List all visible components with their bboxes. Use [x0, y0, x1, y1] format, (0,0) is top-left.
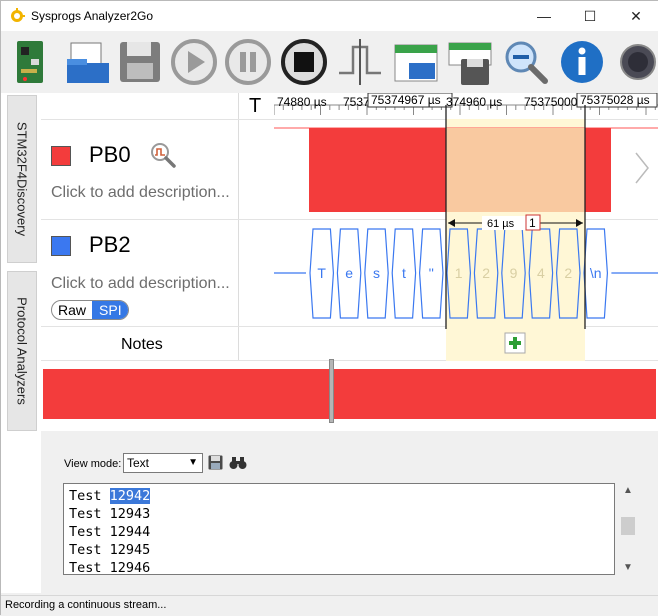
stop-icon[interactable] [279, 37, 329, 87]
decoder-toggle[interactable]: Raw SPI [51, 300, 129, 320]
load-view-icon[interactable] [391, 37, 441, 87]
spi-byte-label: 2 [564, 265, 572, 281]
spi-byte-label: t [402, 265, 406, 281]
pb0-selected-segment [446, 128, 585, 212]
toolbar [1, 31, 658, 93]
spi-byte-label: T [317, 265, 326, 281]
label-column-divider [238, 93, 239, 361]
tick-label: 74880 µs [277, 95, 327, 109]
tick-label: 7537 [343, 95, 370, 109]
view-mode-label: View mode: [64, 458, 122, 470]
pb0-zoom-icon[interactable] [149, 141, 177, 169]
tab-device[interactable]: STM32F4Discovery [7, 95, 37, 263]
raw-option[interactable]: Raw [52, 301, 92, 319]
record-icon[interactable] [613, 37, 658, 87]
maximize-button[interactable]: ☐ [567, 1, 613, 31]
pb2-color-swatch[interactable] [51, 236, 71, 256]
waveform-canvas[interactable]: 74880 µs 7537 75374967 µs 374960 µs 7537… [274, 93, 658, 361]
spi-byte-label: s [373, 265, 380, 281]
minimize-button[interactable]: — [521, 1, 567, 31]
close-button[interactable]: ✕ [613, 1, 658, 31]
overview-bar[interactable] [41, 359, 658, 431]
spi-byte-group: Te s t '' 1 2 9 4 2 \n [274, 228, 658, 319]
pause-icon[interactable] [223, 37, 273, 87]
measure-marker: 1 [529, 216, 536, 230]
spi-option[interactable]: SPI [92, 301, 128, 319]
scroll-thumb[interactable] [621, 517, 635, 535]
cursor-a-time: 75374967 µs [371, 93, 441, 107]
analyzer-output-panel: View mode: Text ▼ Test 12942 Test 12943 … [41, 431, 658, 595]
output-line: Test 12945 [69, 542, 151, 558]
spi-byte-label: 9 [510, 265, 518, 281]
output-line: Test 12943 [69, 506, 151, 522]
pb2-description[interactable]: Click to add description... [51, 275, 230, 293]
trigger-icon[interactable] [335, 37, 385, 87]
measure-duration: 61 µs [487, 218, 515, 230]
spi-byte-label: '' [429, 265, 434, 281]
app-window: Sysprogs Analyzer2Go — ☐ ✕ STM32F4Discov… [0, 0, 658, 616]
window-title: Sysprogs Analyzer2Go [31, 9, 154, 23]
output-scrollbar[interactable]: ▲ ▼ [619, 483, 637, 575]
pb2-name: PB2 [89, 232, 131, 257]
save-output-icon[interactable] [208, 455, 223, 470]
output-line: Test 12946 [69, 560, 151, 575]
cursor-b-time: 75375028 µs [580, 93, 650, 107]
open-icon[interactable] [63, 37, 113, 87]
output-line: Test 12944 [69, 524, 151, 540]
spi-byte-label: e [345, 265, 353, 281]
spi-byte-label: 2 [482, 265, 490, 281]
scroll-up-icon[interactable]: ▲ [623, 485, 633, 496]
overview-signal [43, 369, 656, 419]
save-icon[interactable] [115, 37, 165, 87]
tab-device-label: STM32F4Discovery [14, 121, 30, 237]
spi-byte-label: 4 [537, 265, 545, 281]
board-icon[interactable] [11, 37, 61, 87]
tick-label: 374960 µs [446, 95, 502, 109]
status-text: Recording a continuous stream... [5, 599, 167, 611]
overview-position-handle[interactable] [329, 359, 334, 423]
zoom-out-icon[interactable] [501, 37, 551, 87]
pb0-name: PB0 [89, 142, 131, 167]
status-bar: Recording a continuous stream... [1, 595, 658, 616]
scroll-right-icon [635, 152, 649, 184]
spi-byte-label: 1 [455, 265, 463, 281]
title-bar: Sysprogs Analyzer2Go — ☐ ✕ [1, 1, 658, 31]
pb0-color-swatch[interactable] [51, 146, 71, 166]
tab-protocol-analyzers[interactable]: Protocol Analyzers [7, 271, 37, 431]
chevron-down-icon: ▼ [188, 457, 198, 468]
time-label: T [249, 95, 262, 117]
tab-protocol-analyzers-label: Protocol Analyzers [14, 297, 30, 405]
tick-label: 75375000 [524, 95, 578, 109]
output-text-box[interactable]: Test 12942 Test 12943 Test 12944 Test 12… [63, 483, 615, 575]
view-mode-value: Text [127, 456, 150, 470]
info-icon[interactable] [557, 37, 607, 87]
app-logo-icon [11, 8, 25, 22]
play-icon[interactable] [169, 37, 219, 87]
save-view-icon[interactable] [445, 37, 495, 87]
find-binoculars-icon[interactable] [229, 456, 247, 470]
output-line: Test 12942 [69, 488, 151, 504]
scroll-down-icon[interactable]: ▼ [623, 562, 633, 573]
spi-byte-label: \n [590, 265, 602, 281]
notes-label: Notes [121, 336, 163, 353]
view-mode-select[interactable]: Text ▼ [123, 453, 203, 473]
pb0-description[interactable]: Click to add description... [51, 184, 230, 202]
